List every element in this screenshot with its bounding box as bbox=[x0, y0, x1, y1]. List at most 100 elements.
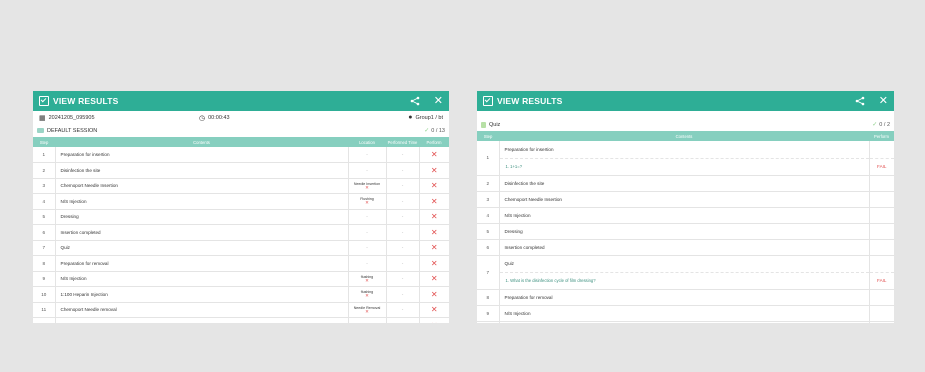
perform-cell bbox=[869, 239, 894, 256]
step-contents: Preparation for insertion bbox=[499, 141, 870, 158]
performed-time: - bbox=[386, 224, 420, 241]
table-row: 1 Preparation for insertion - - ✕ bbox=[33, 147, 449, 163]
share-icon[interactable] bbox=[410, 96, 420, 106]
location-cell: - bbox=[348, 162, 387, 179]
step-contents: Preparation for removal bbox=[499, 289, 870, 306]
location-fail-icon: ✕ bbox=[365, 184, 369, 190]
step-contents: Insertion completed bbox=[55, 224, 349, 241]
left-panel-title: VIEW RESULTS bbox=[53, 96, 119, 106]
table-row: 4 N/S Injection bbox=[477, 207, 894, 224]
document-icon bbox=[481, 121, 486, 128]
table-row: 9 N/S Injection bbox=[477, 305, 894, 322]
close-icon[interactable]: ✕ bbox=[879, 95, 888, 107]
step-contents: N/S Injection bbox=[55, 271, 349, 287]
table-row: 5 Dressing bbox=[477, 223, 894, 240]
step-number: 9 bbox=[33, 271, 56, 287]
check-icon: ✓ bbox=[424, 128, 430, 134]
quiz-section-row: Quiz ✓ 0 / 2 bbox=[477, 118, 894, 131]
quiz-result: FAIL bbox=[869, 157, 894, 176]
perform-cell bbox=[869, 175, 894, 192]
step-number: 6 bbox=[477, 239, 500, 256]
step-number: 11 bbox=[33, 302, 56, 318]
table-row: 8 Preparation for removal - - ✕ bbox=[33, 255, 449, 272]
step-number: 3 bbox=[477, 191, 500, 208]
quiz-question-row: 1. 1+1=? FAIL bbox=[477, 157, 894, 176]
step-number: 9 bbox=[477, 305, 500, 322]
col-contents: Contents bbox=[499, 131, 869, 141]
left-results-table: Step Contents Location Performed Time Pe… bbox=[33, 137, 449, 323]
step-contents: Dressing bbox=[499, 223, 870, 240]
step-contents: N/S Injection bbox=[55, 193, 349, 210]
table-row: 3 Chemoport Needle Insertion bbox=[477, 191, 894, 208]
step-contents: Disinfection the site bbox=[55, 162, 349, 179]
step-number: 6 bbox=[33, 224, 56, 241]
location-cell: flushing ✕ bbox=[348, 271, 387, 287]
performed-time: - bbox=[386, 178, 420, 194]
step-contents: 1:100 Heparin Injection bbox=[499, 321, 870, 323]
step-number: 2 bbox=[477, 175, 500, 192]
col-performed-time: Performed Time bbox=[386, 137, 419, 147]
step-contents: Disinfection the site bbox=[499, 175, 870, 192]
session-id: 20241205_095905 bbox=[48, 114, 95, 121]
col-perform: Perform bbox=[869, 131, 894, 141]
location-cell: Needle Removal ✕ bbox=[348, 302, 387, 318]
table-row: 8 Preparation for removal bbox=[477, 289, 894, 306]
perform-cell bbox=[869, 255, 894, 272]
location-cell: - bbox=[348, 209, 387, 225]
close-icon[interactable]: ✕ bbox=[434, 95, 443, 107]
step-contents: Preparation for removal bbox=[55, 255, 349, 272]
clock-icon: ◷ bbox=[199, 114, 206, 122]
step-number: 10 bbox=[33, 286, 56, 303]
perform-cell bbox=[869, 321, 894, 323]
location-fail-icon: ✕ bbox=[365, 200, 369, 206]
user-icon: ● bbox=[408, 114, 413, 121]
step-number: 12 bbox=[33, 317, 56, 323]
step-number: 7 bbox=[33, 240, 56, 256]
quiz-result: FAIL bbox=[869, 271, 894, 290]
step-contents: Dressing bbox=[55, 209, 349, 225]
left-results-panel: VIEW RESULTS ✕ ▦ 20241205_095905 ◷ 00:00… bbox=[33, 91, 449, 323]
step-contents: N/S Injection bbox=[499, 207, 870, 224]
right-quiz-table: Step Contents Perform 1 Preparation for i… bbox=[477, 131, 894, 323]
step-number: 7 bbox=[477, 255, 500, 290]
table-row: 1 Preparation for insertion bbox=[477, 141, 894, 176]
session-row: DEFAULT SESSION ✓ 0 / 13 bbox=[33, 124, 449, 137]
perform-fail-icon: ✕ bbox=[419, 209, 449, 225]
step-contents: N/S Injection bbox=[499, 305, 870, 322]
step-number: 5 bbox=[33, 209, 56, 225]
perform-fail-icon: ✕ bbox=[419, 302, 449, 318]
performed-time: - bbox=[386, 209, 420, 225]
perform-cell bbox=[869, 289, 894, 306]
table-row: 2 Disinfection the site bbox=[477, 175, 894, 192]
col-perform: Perform bbox=[419, 137, 449, 147]
table-row: 7 Quiz bbox=[477, 255, 894, 290]
table-row: 101:100 Heparin Injection bbox=[477, 321, 894, 323]
perform-fail-icon: ✕ bbox=[419, 162, 449, 179]
perform-fail-icon: ✕ bbox=[419, 178, 449, 194]
perform-fail-icon: ✕ bbox=[419, 286, 449, 303]
step-contents: Preparation for insertion bbox=[55, 147, 349, 163]
perform-fail-icon: ✕ bbox=[419, 317, 449, 323]
share-icon[interactable] bbox=[855, 96, 865, 106]
col-step: Step bbox=[477, 131, 499, 141]
step-contents: Chemoport Needle Insertion bbox=[55, 178, 349, 194]
table-row: 10 1:100 Heparin Injection flushing ✕ - ✕ bbox=[33, 286, 449, 303]
step-number: 1 bbox=[33, 147, 56, 163]
step-number: 10 bbox=[477, 321, 500, 323]
location-cell: - bbox=[348, 240, 387, 256]
step-number: 4 bbox=[33, 193, 56, 210]
performed-time: - bbox=[386, 147, 420, 163]
results-icon bbox=[483, 96, 493, 106]
right-quiz-panel: VIEW RESULTS ✕ Quiz ✓ 0 / 2 Step Content… bbox=[477, 91, 894, 323]
session-name: DEFAULT SESSION bbox=[47, 127, 98, 134]
location-cell: Flushing ✕ bbox=[348, 193, 387, 210]
perform-fail-icon: ✕ bbox=[419, 147, 449, 163]
quiz-question-row: 1. What is the disinfection cycle of fil… bbox=[477, 271, 894, 290]
table-row: 12Disinfection of needle removal area--✕ bbox=[33, 317, 449, 323]
step-number: 1 bbox=[477, 141, 500, 176]
elapsed-time: 00:00:43 bbox=[208, 114, 230, 121]
right-titlebar: VIEW RESULTS ✕ bbox=[477, 91, 894, 111]
check-icon: ✓ bbox=[872, 122, 878, 128]
step-contents: Insertion completed bbox=[499, 239, 870, 256]
results-icon bbox=[39, 96, 49, 106]
